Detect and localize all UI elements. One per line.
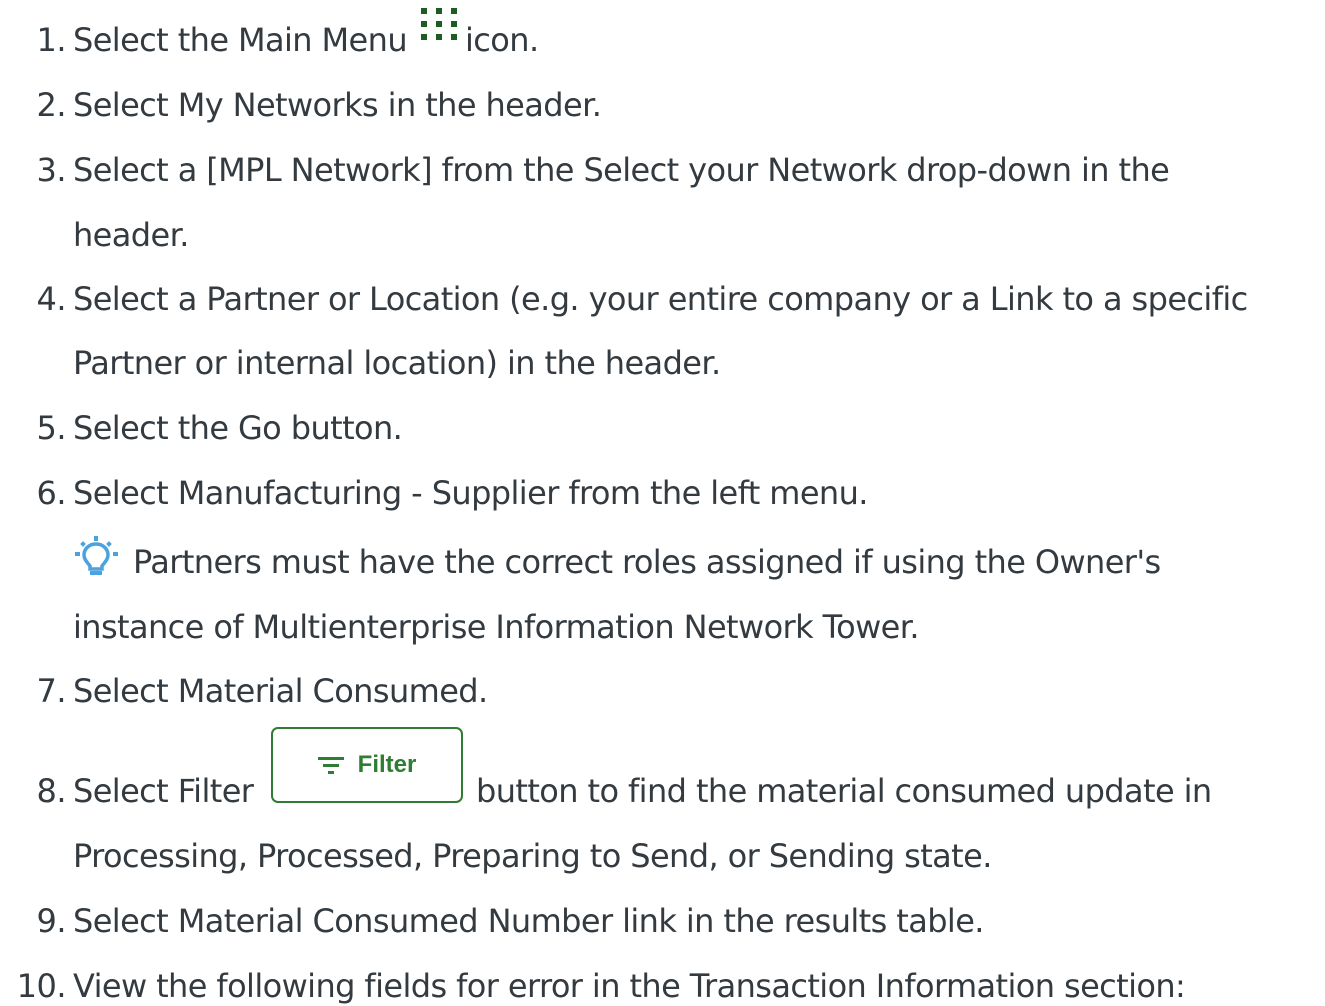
filter-button-label: Filter xyxy=(357,751,417,778)
lightbulb-icon xyxy=(73,536,121,585)
step-text: Select Manufacturing - Supplier from the… xyxy=(73,474,868,512)
step-text: Processing, Processed, Preparing to Send… xyxy=(73,837,992,875)
step-number: 1. xyxy=(36,21,66,59)
step-text: Select Filter xyxy=(73,772,254,810)
step-number: 9. xyxy=(36,902,66,940)
step-number: 4. xyxy=(36,280,66,318)
step-text: Select a [MPL Network] from the Select y… xyxy=(73,151,1170,189)
grid-dots-icon xyxy=(419,6,459,51)
step-text: Select the Main Menu xyxy=(73,21,408,59)
step-text: View the following fields for error in t… xyxy=(73,967,1186,1005)
step-text: Select My Networks in the header. xyxy=(73,86,602,124)
step-text: icon. xyxy=(465,21,539,59)
step-number: 6. xyxy=(36,474,66,512)
step-number: 5. xyxy=(36,409,66,447)
step-text: Select Material Consumed Number link in … xyxy=(73,902,984,940)
step-number: 2. xyxy=(36,86,66,124)
step-text: Select the Go button. xyxy=(73,409,403,447)
steps-list: 1. Select the Main Menu icon. 2. Select M… xyxy=(0,0,1325,1005)
step-text: Select a Partner or Location (e.g. your … xyxy=(73,280,1248,318)
step-text: header. xyxy=(73,216,189,254)
step-text: button to find the material consumed upd… xyxy=(476,772,1212,810)
tip-text: Partners must have the correct roles ass… xyxy=(73,536,1161,591)
step-number: 7. xyxy=(36,672,66,710)
step-text: Partner or internal location) in the hea… xyxy=(73,344,721,382)
filter-button[interactable]: Filter xyxy=(271,727,463,803)
step-text: Select Material Consumed. xyxy=(73,672,488,710)
step-number: 3. xyxy=(36,151,66,189)
tip-text: instance of Multienterprise Information … xyxy=(73,608,920,646)
filter-lines-icon xyxy=(317,757,344,774)
step-number: 10. xyxy=(16,967,67,1005)
step-number: 8. xyxy=(36,772,66,810)
